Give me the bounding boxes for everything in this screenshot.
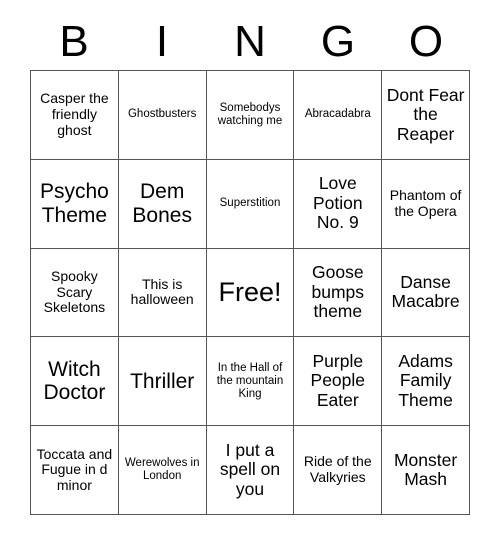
bingo-cell-label: I put a spell on you	[219, 439, 281, 499]
bingo-cell-r3c5[interactable]: Danse Macabre	[382, 248, 470, 338]
bingo-cell-label: Spooky Scary Skeletons	[43, 267, 106, 316]
bingo-cell-r2c3[interactable]: Superstition	[206, 159, 295, 249]
bingo-cell-label: Abracadabra	[304, 108, 371, 121]
bingo-cell-label: Somebodys watching me	[217, 102, 283, 127]
bingo-cell-label: Adams Family Theme	[398, 350, 453, 411]
bingo-header-row: B I N G O	[30, 14, 470, 70]
bingo-cell-r1c3[interactable]: Somebodys watching me	[206, 71, 295, 160]
bingo-cell-r2c2[interactable]: Dem Bones	[118, 159, 207, 249]
bingo-cell-label: Phantom of the Opera	[389, 187, 462, 219]
bingo-header-letter-n: N	[234, 17, 266, 66]
bingo-cell-r2c1[interactable]: Psycho Theme	[31, 159, 119, 249]
bingo-cell-label: Love Potion No. 9	[312, 173, 363, 233]
bingo-grid: Casper the friendly ghost Ghostbusters S…	[30, 70, 470, 515]
bingo-cell-r4c1[interactable]: Witch Doctor	[31, 337, 119, 427]
bingo-cell-r2c5[interactable]: Phantom of the Opera	[382, 159, 470, 249]
bingo-cell-label: Monster Mash	[393, 449, 458, 490]
bingo-cell-label: Superstition	[219, 197, 281, 210]
bingo-cell-r1c1[interactable]: Casper the friendly ghost	[31, 71, 119, 160]
bingo-cell-label: Toccata and Fugue in d minor	[36, 445, 113, 493]
bingo-cell-label: Ghostbusters	[127, 108, 197, 121]
bingo-cell-label: Dem Bones	[132, 180, 192, 227]
bingo-cell-r3c1[interactable]: Spooky Scary Skeletons	[31, 248, 119, 338]
bingo-cell-r5c5[interactable]: Monster Mash	[382, 426, 470, 515]
bingo-cell-label: In the Hall of the mountain King	[216, 361, 284, 400]
bingo-cell-r4c4[interactable]: Purple People Eater	[294, 337, 383, 427]
bingo-cell-label: Werewolves in London	[124, 457, 200, 483]
bingo-cell-label: Ride of the Valkyries	[303, 453, 372, 486]
bingo-cell-label: Goose bumps theme	[311, 262, 365, 322]
bingo-cell-label: Dont Fear the Reaper	[386, 84, 465, 144]
bingo-cell-r3c4[interactable]: Goose bumps theme	[294, 248, 383, 338]
bingo-cell-r4c5[interactable]: Adams Family Theme	[382, 337, 470, 427]
bingo-header-letter-o: O	[408, 17, 444, 66]
bingo-cell-r2c4[interactable]: Love Potion No. 9	[294, 159, 383, 249]
bingo-cell-r4c3[interactable]: In the Hall of the mountain King	[206, 337, 295, 427]
bingo-cell-label: Thriller	[130, 369, 195, 393]
bingo-cell-r5c3[interactable]: I put a spell on you	[206, 426, 295, 515]
bingo-header-letter-g: G	[320, 17, 356, 66]
bingo-cell-label: Psycho Theme	[39, 180, 109, 227]
bingo-cell-label: Free!	[218, 277, 282, 308]
bingo-cell-free-space[interactable]: Free!	[206, 248, 295, 338]
bingo-cell-r1c5[interactable]: Dont Fear the Reaper	[382, 71, 470, 160]
bingo-cell-label: Witch Doctor	[43, 357, 106, 405]
bingo-header-letter-b: B	[59, 17, 89, 66]
bingo-cell-r1c2[interactable]: Ghostbusters	[118, 71, 207, 160]
bingo-cell-r4c2[interactable]: Thriller	[118, 337, 207, 427]
bingo-cell-r5c1[interactable]: Toccata and Fugue in d minor	[31, 426, 119, 515]
bingo-cell-label: Casper the friendly ghost	[40, 90, 109, 138]
bingo-card: B I N G O Casper the friendly ghost Ghos…	[0, 0, 500, 544]
bingo-cell-r1c4[interactable]: Abracadabra	[294, 71, 383, 160]
bingo-header-letter-i: I	[155, 17, 169, 66]
bingo-cell-r5c4[interactable]: Ride of the Valkyries	[294, 426, 383, 515]
bingo-cell-r5c2[interactable]: Werewolves in London	[118, 426, 207, 515]
bingo-cell-r3c2[interactable]: This is halloween	[118, 248, 207, 338]
bingo-cell-label: This is halloween	[130, 275, 194, 308]
bingo-cell-label: Danse Macabre	[391, 271, 460, 312]
bingo-cell-label: Purple People Eater	[310, 350, 366, 411]
